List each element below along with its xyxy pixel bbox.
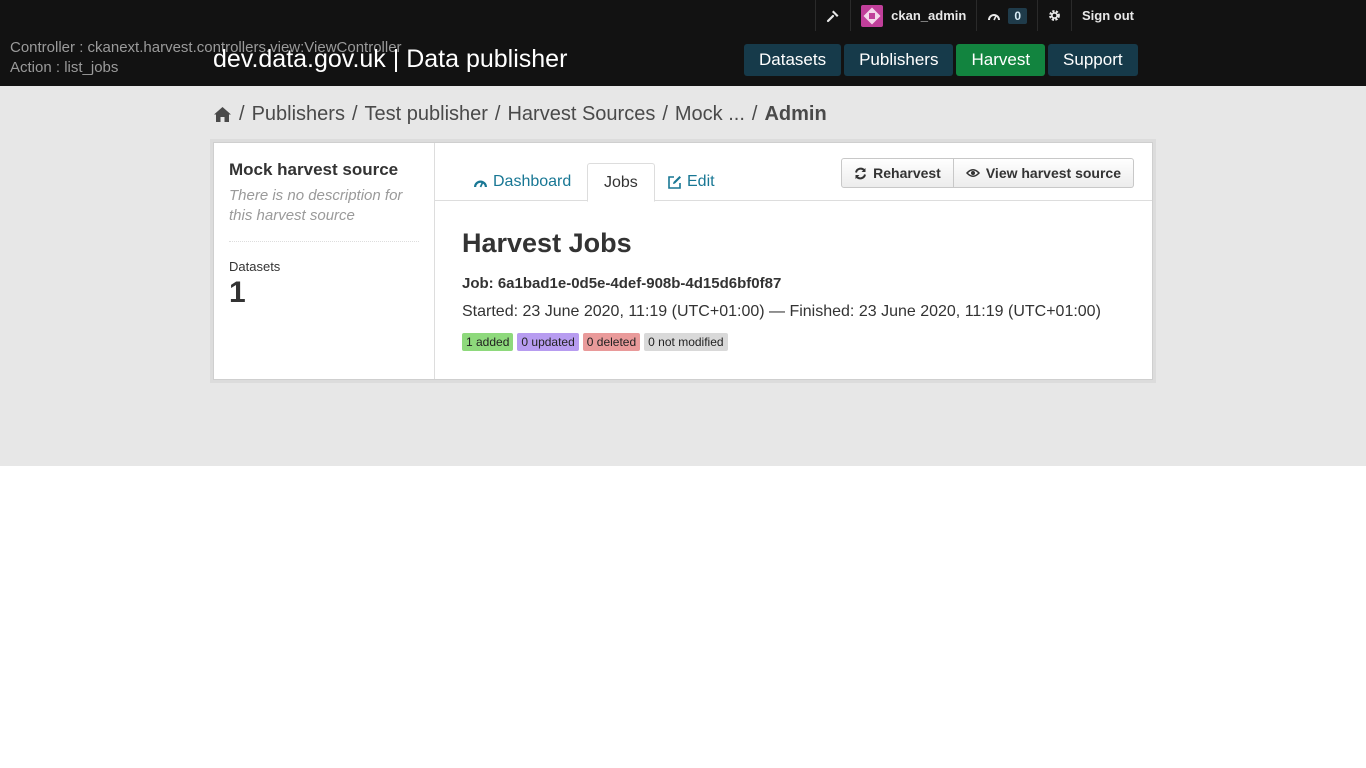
harvest-jobs: Harvest Jobs Job: 6a1bad1e-0d5e-4def-908… bbox=[462, 227, 1101, 351]
site-title[interactable]: dev.data.gov.uk | Data publisher bbox=[213, 43, 567, 75]
nav-support[interactable]: Support bbox=[1048, 44, 1138, 76]
badge-added: 1 added bbox=[462, 333, 514, 351]
refresh-icon bbox=[855, 167, 867, 179]
badge-updated: 0 updated bbox=[517, 333, 579, 351]
harvest-panel: Mock harvest source There is no descript… bbox=[213, 142, 1153, 380]
job-id-link[interactable]: Job: 6a1bad1e-0d5e-4def-908b-4d15d6bf0f8… bbox=[462, 275, 1101, 292]
source-title: Mock harvest source bbox=[229, 160, 399, 179]
datasets-stat-value: 1 bbox=[229, 276, 246, 309]
tab-bar: Dashboard Jobs Edit Reharvest View harve… bbox=[435, 143, 1152, 202]
breadcrumb-test-publisher[interactable]: Test publisher bbox=[365, 103, 488, 126]
dashboard-icon bbox=[474, 180, 487, 188]
view-harvest-source-label: View harvest source bbox=[985, 165, 1121, 181]
reharvest-button[interactable]: Reharvest bbox=[841, 158, 954, 188]
tab-jobs-label: Jobs bbox=[604, 173, 638, 191]
breadcrumb-separator: / bbox=[751, 103, 758, 125]
avatar bbox=[861, 4, 884, 27]
job-times: Started: 23 June 2020, 11:19 (UTC+01:00)… bbox=[462, 303, 1101, 320]
dashboard-count: 0 bbox=[1008, 7, 1027, 24]
tab-jobs[interactable]: Jobs bbox=[587, 163, 655, 202]
sign-out-label: Sign out bbox=[1082, 8, 1134, 23]
breadcrumb-separator: / bbox=[239, 103, 245, 125]
breadcrumb-publishers[interactable]: Publishers bbox=[252, 103, 345, 126]
breadcrumb-current: Admin bbox=[764, 103, 827, 125]
eye-icon bbox=[965, 169, 980, 177]
badge-deleted: 0 deleted bbox=[582, 333, 641, 351]
datasets-stat-label: Datasets bbox=[229, 259, 281, 274]
tab-edit-label: Edit bbox=[687, 173, 715, 190]
tab-edit[interactable]: Edit bbox=[651, 163, 731, 201]
breadcrumb-separator: / bbox=[351, 103, 358, 125]
dashboard-link[interactable]: 0 bbox=[976, 0, 1037, 31]
reharvest-label: Reharvest bbox=[873, 165, 941, 181]
nav-datasets[interactable]: Datasets bbox=[744, 44, 842, 76]
content-band: / Publishers / Test publisher / Harvest … bbox=[0, 86, 1366, 466]
breadcrumb-mock[interactable]: Mock ... bbox=[675, 103, 745, 126]
user-link[interactable]: ckan_admin bbox=[850, 0, 976, 31]
tab-dashboard[interactable]: Dashboard bbox=[457, 163, 587, 201]
masthead: Controller : ckanext.harvest.controllers… bbox=[0, 0, 1366, 86]
action-buttons: Reharvest View harvest source bbox=[841, 158, 1134, 188]
breadcrumb-separator: / bbox=[662, 103, 668, 125]
job-stats: 1 added 0 updated 0 deleted 0 not modifi… bbox=[462, 333, 1101, 351]
sysadmin-link[interactable] bbox=[815, 0, 850, 31]
home-icon[interactable] bbox=[213, 106, 232, 123]
main-nav: Datasets Publishers Harvest Support bbox=[744, 44, 1141, 76]
primary-content: Dashboard Jobs Edit Reharvest View harve… bbox=[435, 143, 1152, 379]
breadcrumb-separator: / bbox=[494, 103, 501, 125]
wrench-icon bbox=[827, 10, 839, 22]
tab-dashboard-label: Dashboard bbox=[493, 173, 572, 190]
badge-not-modified: 0 not modified bbox=[644, 333, 728, 351]
dashboard-icon bbox=[988, 13, 1001, 20]
view-harvest-source-button[interactable]: View harvest source bbox=[953, 158, 1134, 188]
nav-publishers[interactable]: Publishers bbox=[844, 44, 954, 76]
username: ckan_admin bbox=[891, 8, 967, 23]
account-bar: ckan_admin 0 Sign out bbox=[815, 0, 1144, 31]
breadcrumb-harvest-sources[interactable]: Harvest Sources bbox=[507, 103, 655, 126]
source-sidebar: Mock harvest source There is no descript… bbox=[214, 143, 435, 379]
nav-harvest[interactable]: Harvest bbox=[956, 44, 1046, 76]
sign-out-link[interactable]: Sign out bbox=[1071, 0, 1144, 31]
page-title: Harvest Jobs bbox=[462, 228, 632, 258]
source-description: There is no description for this harvest… bbox=[229, 186, 419, 242]
edit-icon bbox=[668, 175, 681, 189]
breadcrumb: / Publishers / Test publisher / Harvest … bbox=[213, 103, 827, 126]
settings-link[interactable] bbox=[1037, 0, 1071, 31]
gear-icon bbox=[1049, 10, 1060, 21]
